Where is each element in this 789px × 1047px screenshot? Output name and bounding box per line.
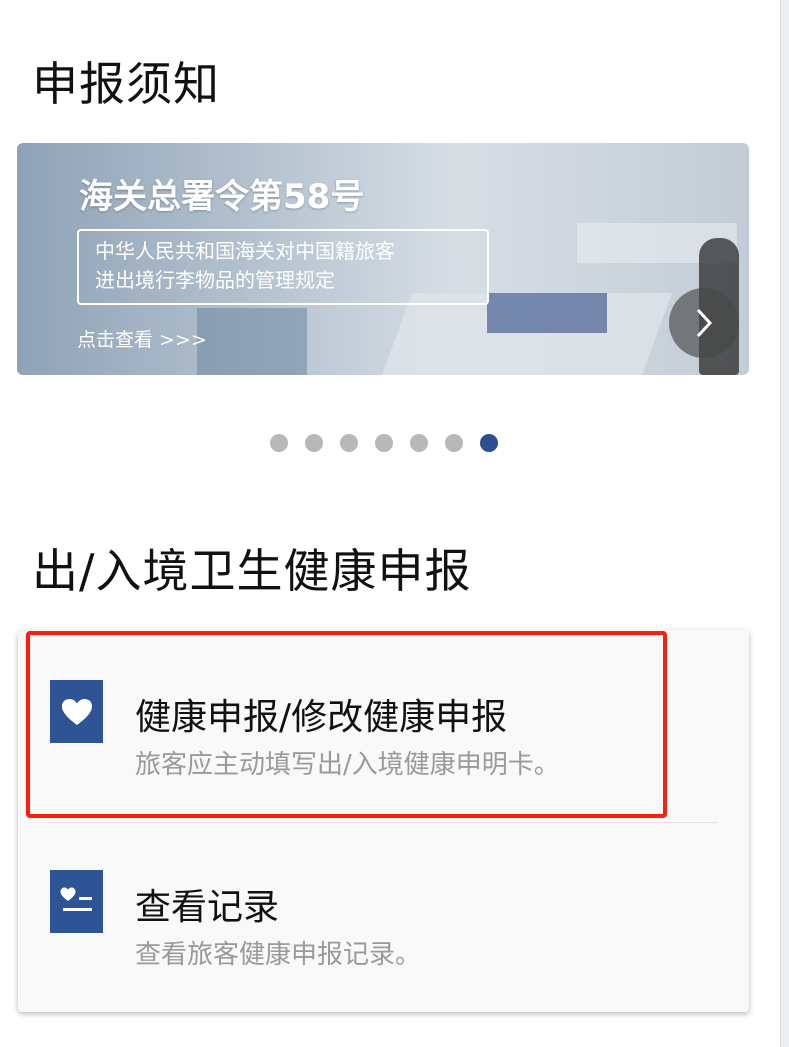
health-section-title: 出/入境卫生健康申报 xyxy=(32,544,472,598)
chevron-right-icon xyxy=(696,308,713,338)
banner-view-link[interactable]: 点击查看 >>> xyxy=(77,325,207,352)
carousel-indicator xyxy=(270,434,498,452)
carousel-dot[interactable] xyxy=(480,434,498,452)
banner-box-line: 中华人民共和国海关对中国籍旅客 xyxy=(95,239,395,263)
carousel-next-button[interactable] xyxy=(669,288,739,358)
notice-section-title: 申报须知 xyxy=(32,57,220,111)
record-list-icon xyxy=(50,870,103,933)
banner-subtitle-box: 中华人民共和国海关对中国籍旅客 进出境行李物品的管理规定 xyxy=(77,229,489,305)
banner-box-line: 进出境行李物品的管理规定 xyxy=(95,268,335,292)
notice-banner[interactable]: 海关总署令第58号 中华人民共和国海关对中国籍旅客 进出境行李物品的管理规定 点… xyxy=(17,143,749,375)
banner-heading: 海关总署令第58号 xyxy=(79,177,365,217)
carousel-dot[interactable] xyxy=(305,434,323,452)
carousel-dot[interactable] xyxy=(270,434,288,452)
carousel-dot[interactable] xyxy=(375,434,393,452)
banner-scene-shape xyxy=(197,308,307,375)
carousel-dot[interactable] xyxy=(340,434,358,452)
view-records-item[interactable]: 查看记录 查看旅客健康申报记录。 xyxy=(18,870,749,1030)
scrollbar-edge xyxy=(780,0,789,1047)
divider xyxy=(48,822,718,823)
carousel-dot[interactable] xyxy=(445,434,463,452)
carousel-dot[interactable] xyxy=(410,434,428,452)
highlight-box xyxy=(26,631,667,818)
item-title: 查看记录 xyxy=(135,887,280,928)
item-description: 查看旅客健康申报记录。 xyxy=(135,940,422,970)
banner-scene-shape xyxy=(487,293,607,333)
